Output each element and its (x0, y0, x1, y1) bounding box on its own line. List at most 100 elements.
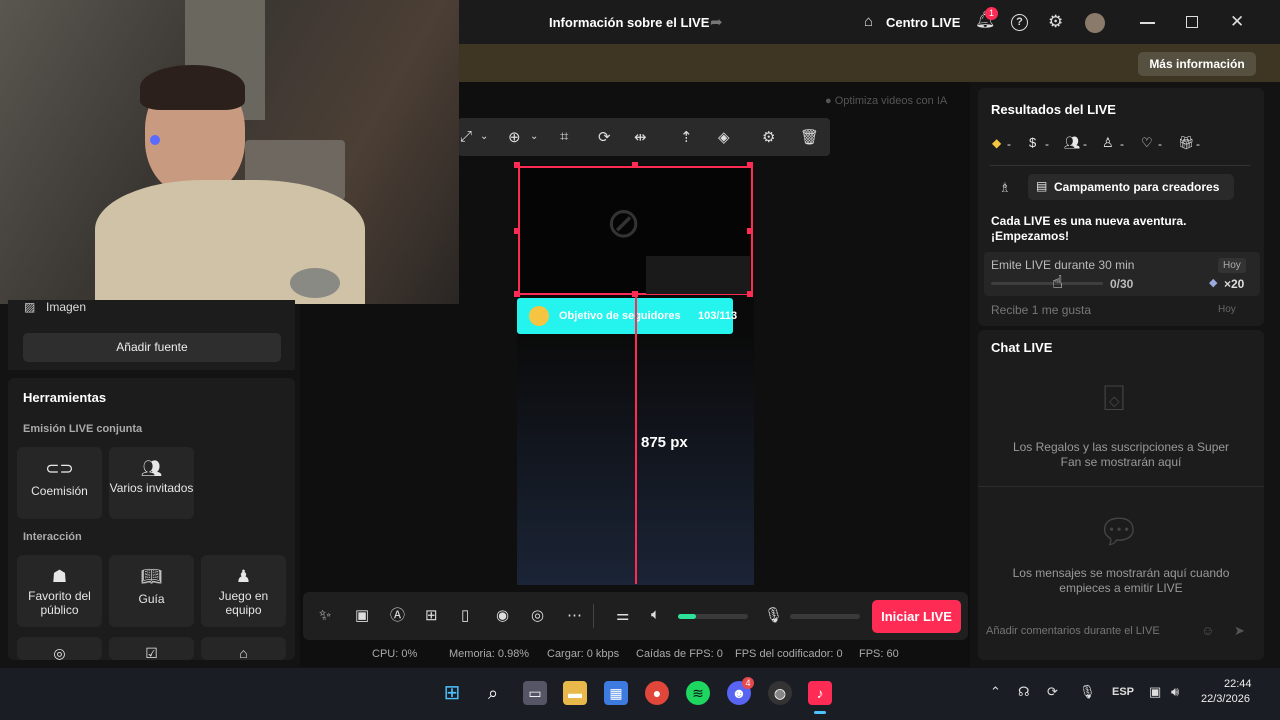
selected-source-box[interactable]: ⊘ (518, 166, 753, 295)
tool-favorito-publico[interactable]: ☗ Favorito del público (17, 555, 102, 627)
position-icon[interactable]: ⊕ (508, 128, 521, 146)
book-icon: 📖︎ (140, 567, 163, 586)
chevron-down-icon[interactable]: ⌄ (530, 131, 538, 142)
maximize-icon[interactable] (1186, 16, 1198, 28)
home-plus-icon: ⌂ (239, 645, 248, 661)
close-icon[interactable]: ✕ (1230, 13, 1244, 30)
move-up-icon[interactable]: ⇡ (680, 128, 693, 146)
users-icon: 👥︎ (140, 459, 163, 478)
layout-icon[interactable]: ⊞ (425, 608, 438, 623)
video-effect-icon[interactable]: ▣ (355, 608, 369, 623)
tray-chevron-up-icon[interactable]: ⌃ (990, 684, 1001, 700)
live-results-panel: Resultados del LIVE ◆ - $ - 👥︎ - ♙ - ♡ - 🎁︎ - … (978, 88, 1264, 326)
help-icon[interactable]: ? (1011, 14, 1028, 31)
search-icon[interactable]: ⌕ (481, 681, 505, 705)
resize-handle[interactable] (514, 291, 520, 297)
divider (990, 165, 1250, 166)
resize-handle[interactable] (747, 291, 753, 297)
resize-handle[interactable] (632, 162, 638, 168)
layer-icon[interactable]: ◈ (718, 128, 730, 146)
chrome-icon[interactable]: ● (645, 681, 669, 705)
viewers-icon: 👥︎ (1064, 135, 1081, 150)
follower-goal-widget[interactable]: Objetivo de seguidores 103/113 (517, 298, 737, 334)
store-icon[interactable]: ▦ (604, 681, 628, 705)
coin-icon: $ (1029, 135, 1037, 150)
spotify-icon[interactable]: ≋ (686, 681, 710, 705)
trash-icon[interactable]: 🗑︎ (800, 128, 819, 146)
more-icon[interactable]: ⋯ (567, 608, 582, 623)
divider (593, 604, 594, 628)
resize-handle[interactable] (514, 228, 520, 234)
settings-icon[interactable]: ⚙ (762, 128, 775, 146)
rotate-icon[interactable]: ⟳ (598, 128, 611, 146)
live-info-title[interactable]: Información sobre el LIVE (549, 15, 709, 30)
more-info-button[interactable]: Más información (1138, 52, 1256, 76)
chat-bubble-icon: 💬︎ (1097, 513, 1141, 551)
tool-coemision[interactable]: ⊂⊃ Coemisión (17, 447, 102, 519)
camera-target-icon[interactable]: ◎ (531, 608, 544, 623)
volume-icon[interactable]: 🔈︎ (651, 607, 660, 622)
resize-handle[interactable] (747, 228, 753, 234)
tool-more-3[interactable]: ⌂ (201, 637, 286, 661)
phone-icon[interactable]: ▯ (461, 608, 469, 623)
tiktok-live-icon[interactable]: ♪ (808, 681, 832, 705)
send-icon[interactable]: ➤ (1234, 623, 1245, 639)
task-card-stream[interactable]: Emite LIVE durante 30 min Hoy 0/30 ◆ ×20 (984, 252, 1260, 296)
chevron-down-icon[interactable]: ⌄ (480, 131, 488, 142)
flip-icon[interactable]: ⇹ (634, 128, 647, 146)
creator-camp-button[interactable]: ▤ Campamento para creadores (1028, 174, 1234, 200)
growth-icon: ♗ (999, 180, 1011, 195)
volume-slider[interactable] (678, 614, 748, 619)
tool-more-1[interactable]: ◎ (17, 637, 102, 661)
clock-date[interactable]: 22/3/2026 (1201, 693, 1250, 705)
microphone-icon[interactable]: 🎙︎ (764, 608, 783, 623)
ai-icon[interactable]: Ⓐ (390, 608, 405, 623)
goal-count: 103/113 (698, 310, 738, 322)
add-source-button[interactable]: Añadir fuente (23, 333, 281, 362)
person-hair (140, 65, 245, 110)
ai-optimize-hint[interactable]: ● Optimiza videos con IA (825, 95, 947, 107)
scale-icon[interactable]: ⤢ (460, 128, 472, 145)
start-live-button[interactable]: Iniciar LIVE (872, 600, 961, 633)
mic-slider[interactable] (790, 614, 860, 619)
tool-more-2[interactable]: ☑ (109, 637, 194, 661)
sync-icon[interactable]: ⟳ (1047, 684, 1058, 700)
tool-juego-equipo[interactable]: ♟ Juego en equipo (201, 555, 286, 627)
centro-live-link[interactable]: Centro LIVE (886, 15, 960, 30)
obs-icon[interactable]: ◍ (768, 681, 792, 705)
resize-handle[interactable] (514, 162, 520, 168)
record-icon[interactable]: ◉ (496, 608, 509, 623)
chat-input[interactable] (986, 620, 1226, 642)
crop-icon[interactable]: ⌗ (560, 128, 568, 145)
task-view-icon[interactable]: ▭ (523, 681, 547, 705)
tray-app-icon[interactable]: ☊ (1018, 684, 1030, 700)
source-image-label[interactable]: Imagen (46, 300, 86, 314)
sliders-icon[interactable]: ⚌ (616, 608, 629, 623)
file-explorer-icon[interactable]: ▬ (563, 681, 587, 705)
tools-title: Herramientas (23, 390, 107, 405)
microphone-tray-icon[interactable]: 🎙︎ (1079, 684, 1096, 700)
language-indicator[interactable]: ESP (1112, 686, 1134, 698)
diamond-icon: ◆ (992, 136, 1002, 150)
results-title: Resultados del LIVE (991, 102, 1116, 117)
discord-badge: 4 (742, 677, 754, 689)
share-icon[interactable]: ➦ (710, 15, 723, 30)
active-indicator (814, 711, 826, 714)
minimize-icon[interactable] (1140, 22, 1155, 24)
display-icon[interactable]: ▣ (1149, 684, 1161, 700)
mouse-cursor-icon: ☝︎ (1052, 272, 1063, 292)
avatar[interactable] (1085, 13, 1105, 33)
resize-handle[interactable] (747, 162, 753, 168)
task-reward: ×20 (1224, 277, 1245, 291)
magic-wand-icon[interactable]: ✨︎ (319, 608, 331, 623)
speaker-icon[interactable]: 🔊︎ (1171, 684, 1179, 700)
interaction-section-title: Interacción (23, 531, 82, 543)
goal-label: Objetivo de seguidores (559, 310, 681, 322)
clock-time[interactable]: 22:44 (1224, 678, 1252, 690)
emoji-icon[interactable]: ☺ (1201, 623, 1214, 638)
settings-gear-icon[interactable]: ⚙ (1048, 13, 1063, 30)
gifts-empty-text: Los Regalos y las suscripciones a Super … (1012, 440, 1230, 469)
tool-guia[interactable]: 📖︎ Guía (109, 555, 194, 627)
tool-varios-invitados[interactable]: 👥︎ Varios invitados (109, 447, 194, 519)
windows-start-icon[interactable]: ⊞ (440, 681, 464, 705)
